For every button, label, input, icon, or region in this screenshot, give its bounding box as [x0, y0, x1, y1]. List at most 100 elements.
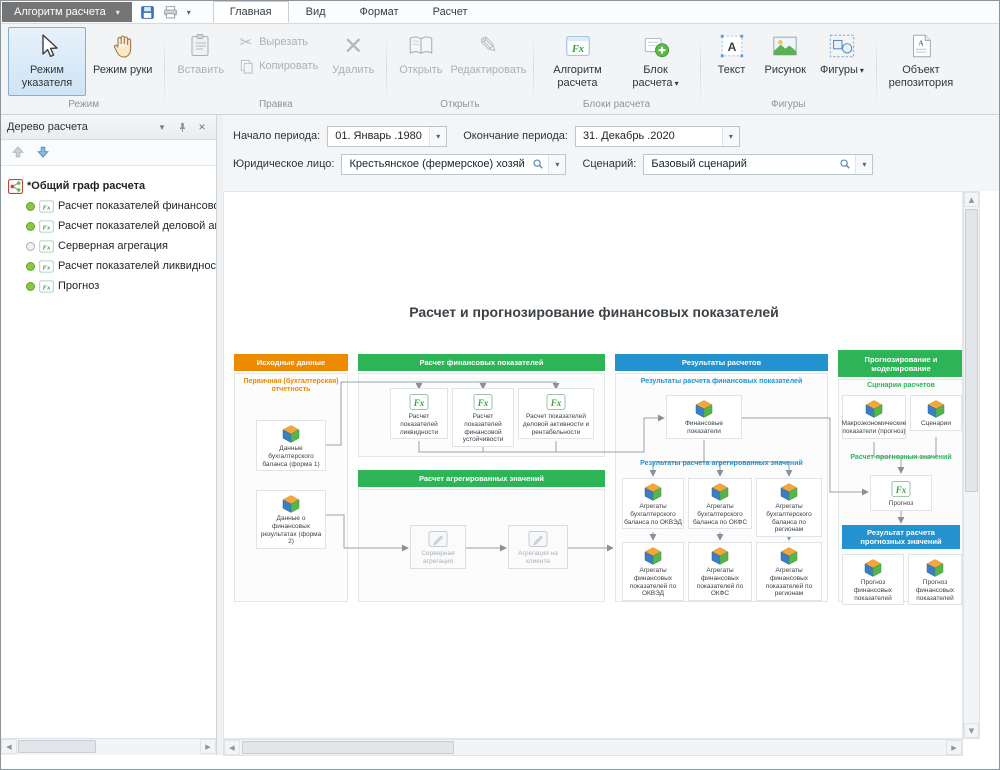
- tree-root-item[interactable]: *Общий граф расчета: [1, 176, 216, 196]
- diagram-node[interactable]: FxПрогноз: [870, 475, 932, 511]
- hscroll-thumb[interactable]: [242, 741, 454, 754]
- ribbon-group-body: A Текст Рисунок Фигуры▾: [702, 24, 875, 97]
- status-dot: [26, 222, 35, 231]
- calc-block-button[interactable]: Блок расчета▾: [617, 27, 695, 96]
- repository-object-button[interactable]: AОбъект репозитория: [882, 27, 960, 96]
- diagram-canvas[interactable]: Расчет и прогнозирование финансовых пока…: [223, 191, 963, 739]
- cube-icon: [710, 482, 730, 502]
- copy-icon: [238, 58, 254, 74]
- scroll-up-button[interactable]: ▲: [964, 192, 979, 207]
- tab-Вид[interactable]: Вид: [289, 1, 343, 23]
- chevron-down-icon[interactable]: ▾: [548, 155, 565, 174]
- ribbon-button-label: Текст: [718, 64, 746, 77]
- chevron-down-icon[interactable]: ▾: [154, 119, 170, 135]
- diagram-node[interactable]: Прогноз финансовых показателей: [908, 554, 962, 605]
- tree-item[interactable]: FxПрогноз: [1, 276, 216, 296]
- period-start-input[interactable]: 01. Январь .1980▾: [327, 126, 447, 147]
- node-label: Сценарии: [921, 420, 951, 428]
- diagram-node[interactable]: FxРасчет показателей финансовой устойчив…: [452, 388, 514, 447]
- diagram-node[interactable]: Сценарии: [910, 395, 962, 431]
- node-label: Расчет показателей деловой активности и …: [520, 413, 592, 436]
- gray-node-icon: [528, 529, 548, 549]
- hscroll-thumb[interactable]: [18, 740, 96, 753]
- cube-icon: [643, 482, 663, 502]
- pointer-mode-button[interactable]: Режим указателя: [8, 27, 86, 96]
- calc-algorithm-button[interactable]: FxАлгоритм расчета: [539, 27, 617, 96]
- diagram-node[interactable]: FxРасчет показателей ликвидности: [390, 388, 448, 439]
- tree-item[interactable]: Fx Расчет показателей деловой активности: [1, 216, 216, 236]
- diagram-node[interactable]: Данные о финансовых результатах (форма 2…: [256, 490, 326, 549]
- chevron-down-icon[interactable]: ▾: [722, 127, 739, 146]
- picture-icon: [770, 31, 800, 61]
- ribbon-button-label: Фигуры▾: [820, 64, 864, 77]
- shapes-button[interactable]: Фигуры▾: [813, 27, 871, 96]
- search-icon[interactable]: [528, 155, 548, 174]
- diagram-node[interactable]: Серверная агрегация: [410, 525, 466, 569]
- parameter-bar: Начало периода:01. Январь .1980▾Окончани…: [223, 115, 999, 191]
- legal-entity-input[interactable]: Крестьянское (фермерское) хозяй▾: [341, 154, 566, 175]
- diagram-node[interactable]: FxРасчет показателей деловой активности …: [518, 388, 594, 439]
- scroll-right-button[interactable]: ▶: [946, 740, 962, 755]
- diagram-node[interactable]: Макроэкономические показатели (прогноз): [842, 395, 906, 439]
- banner-forecast-result-header[interactable]: Результат расчета прогнозных значений: [842, 525, 960, 549]
- parameter-row-2: Юридическое лицо:Крестьянское (фермерско…: [233, 150, 989, 178]
- tree-item-label: Расчет показателей деловой активности: [58, 220, 216, 232]
- diagram-node[interactable]: Агрегаты финансовых показателей по регио…: [756, 542, 822, 601]
- tree-item[interactable]: FxРасчет показателей финансовой устойчив…: [1, 196, 216, 216]
- diagram-node[interactable]: Данные бухгалтерского баланса (форма 1): [256, 420, 326, 471]
- diagram-node[interactable]: Агрегаты бухгалтерского баланса по ОКФС: [688, 478, 752, 529]
- tree-item[interactable]: FxРасчет показателей ликвидности: [1, 256, 216, 276]
- canvas-hscrollbar[interactable]: ◀ ▶: [223, 739, 963, 756]
- fx-node-icon: Fx: [39, 279, 54, 294]
- cube-icon: [281, 494, 301, 514]
- ribbon-group: FxАлгоритм расчетаБлок расчета▾Блоки рас…: [535, 24, 699, 114]
- hand-mode-button[interactable]: Режим руки: [86, 27, 159, 96]
- ribbon-group-body: Открыть✎Редактировать: [388, 24, 531, 97]
- ribbon-button-label: Вставить: [177, 64, 224, 77]
- text-icon: A: [717, 31, 747, 61]
- tab-Главная[interactable]: Главная: [213, 1, 289, 23]
- close-icon[interactable]: ✕: [194, 119, 210, 135]
- move-down-button[interactable]: [36, 145, 51, 160]
- diagram-node[interactable]: Агрегаты бухгалтерского баланса по регио…: [756, 478, 822, 537]
- period-start-field: Начало периода:01. Январь .1980▾: [233, 126, 447, 147]
- diagram-node[interactable]: Агрегация на клиенте: [508, 525, 568, 569]
- chevron-down-icon[interactable]: ▾: [429, 127, 446, 146]
- group-fin-calc-header[interactable]: Расчет финансовых показателей: [358, 354, 605, 371]
- group-agg-calc-header[interactable]: Расчет агрегированных значений: [358, 470, 605, 487]
- group-forecast-header[interactable]: Прогнозирование и моделирование: [838, 350, 963, 377]
- group-source-data-header[interactable]: Исходные данные: [234, 354, 348, 371]
- scroll-left-button[interactable]: ◀: [224, 740, 240, 755]
- scenario-input[interactable]: Базовый сценарий▾: [643, 154, 873, 175]
- node-label: Агрегаты бухгалтерского баланса по ОКВЭД: [624, 503, 682, 526]
- diagram-node[interactable]: Агрегаты бухгалтерского баланса по ОКВЭД: [622, 478, 684, 529]
- tree-hscrollbar[interactable]: ◀ ▶: [1, 738, 216, 755]
- vscroll-thumb[interactable]: [965, 209, 978, 492]
- canvas-vscrollbar[interactable]: ▲ ▼: [963, 191, 980, 739]
- search-icon[interactable]: [835, 155, 855, 174]
- print-button[interactable]: [160, 2, 182, 22]
- scroll-right-button[interactable]: ▶: [200, 739, 216, 754]
- text-button[interactable]: A Текст: [706, 27, 758, 96]
- diagram-node[interactable]: Прогноз финансовых показателей: [842, 554, 904, 605]
- period-end-input[interactable]: 31. Декабрь .2020▾: [575, 126, 740, 147]
- tab-Формат[interactable]: Формат: [343, 1, 416, 23]
- group-results-header[interactable]: Результаты расчетов: [615, 354, 828, 371]
- diagram-node[interactable]: Агрегаты финансовых показателей по ОКФС: [688, 542, 752, 601]
- tree-item[interactable]: FxСерверная агрегация: [1, 236, 216, 256]
- ribbon-group: AТекстРисунокФигуры▾Фигуры: [702, 24, 875, 114]
- scroll-left-button[interactable]: ◀: [1, 739, 17, 754]
- diagram-node[interactable]: Агрегаты финансовых показателей по ОКВЭД: [622, 542, 684, 601]
- app-menu-button[interactable]: Алгоритм расчета ▾: [2, 2, 132, 22]
- fx-node-icon: Fx: [473, 392, 493, 412]
- chevron-down-icon[interactable]: ▾: [855, 155, 872, 174]
- picture-button[interactable]: Рисунок: [758, 27, 814, 96]
- node-label: Агрегаты бухгалтерского баланса по регио…: [758, 503, 820, 534]
- tab-Расчет[interactable]: Расчет: [416, 1, 485, 23]
- save-button[interactable]: [137, 2, 159, 22]
- chevron-down-icon[interactable]: ▾: [183, 8, 195, 17]
- fx-node-icon: Fx: [39, 219, 54, 234]
- scroll-down-button[interactable]: ▼: [964, 723, 979, 738]
- pin-icon[interactable]: [174, 119, 190, 135]
- diagram-node[interactable]: Финансовые показатели: [666, 395, 742, 439]
